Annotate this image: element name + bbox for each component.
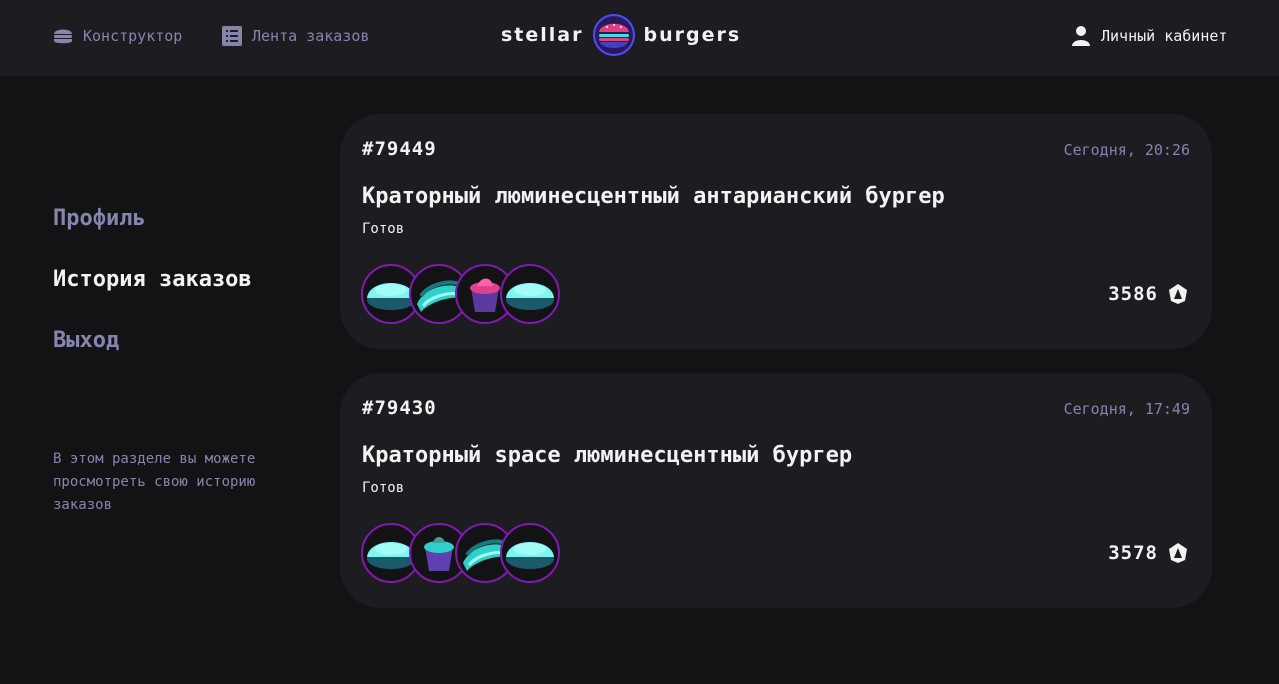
logo[interactable]: stellar burgers bbox=[501, 12, 741, 58]
order-price-value: 3578 bbox=[1108, 542, 1158, 564]
order-history-list: #79449 Сегодня, 20:26 Краторный люминесц… bbox=[340, 114, 1212, 608]
order-price-value: 3586 bbox=[1108, 283, 1158, 305]
list-icon bbox=[221, 25, 243, 47]
burger-icon bbox=[52, 25, 74, 47]
order-number: #79449 bbox=[362, 138, 437, 160]
nav-constructor-link[interactable]: Конструктор bbox=[52, 22, 182, 50]
nav-account-label: Личный кабинет bbox=[1101, 27, 1228, 45]
order-card[interactable]: #79449 Сегодня, 20:26 Краторный люминесц… bbox=[340, 114, 1212, 349]
nav-feed-link[interactable]: Лента заказов bbox=[221, 22, 369, 50]
sidebar-item-order-history[interactable]: История заказов bbox=[53, 267, 252, 292]
app-header: Конструктор Лента заказов stellar burger… bbox=[0, 0, 1279, 76]
nav-feed-label: Лента заказов bbox=[252, 27, 370, 45]
order-ingredients bbox=[361, 523, 581, 583]
logo-text-right: burgers bbox=[643, 24, 742, 46]
order-price: 3586 bbox=[1108, 282, 1190, 306]
order-date: Сегодня, 20:26 bbox=[1063, 141, 1190, 159]
burger-logo-icon bbox=[592, 14, 635, 56]
nav-account-link[interactable]: Личный кабинет bbox=[1070, 22, 1227, 50]
nav-constructor-label: Конструктор bbox=[83, 27, 183, 45]
sidebar-item-logout[interactable]: Выход bbox=[53, 328, 119, 353]
order-price: 3578 bbox=[1108, 541, 1190, 565]
order-card[interactable]: #79430 Сегодня, 17:49 Краторный space лю… bbox=[340, 373, 1212, 608]
logo-text-left: stellar bbox=[501, 24, 584, 46]
user-icon bbox=[1070, 25, 1092, 47]
order-date: Сегодня, 17:49 bbox=[1063, 400, 1190, 418]
bun-icon bbox=[500, 523, 560, 583]
sidebar-hint: В этом разделе вы можете просмотреть сво… bbox=[53, 451, 256, 513]
order-number: #79430 bbox=[362, 397, 437, 419]
order-ingredients bbox=[361, 264, 581, 324]
order-name: Краторный space люминесцентный бургер bbox=[362, 443, 853, 468]
order-status: Готов bbox=[362, 480, 405, 496]
bun-icon bbox=[500, 264, 560, 324]
order-status: Готов bbox=[362, 221, 405, 237]
currency-icon bbox=[1169, 284, 1187, 304]
sidebar-item-profile[interactable]: Профиль bbox=[53, 206, 146, 231]
currency-icon bbox=[1169, 543, 1187, 563]
order-name: Краторный люминесцентный антарианский бу… bbox=[362, 184, 945, 209]
